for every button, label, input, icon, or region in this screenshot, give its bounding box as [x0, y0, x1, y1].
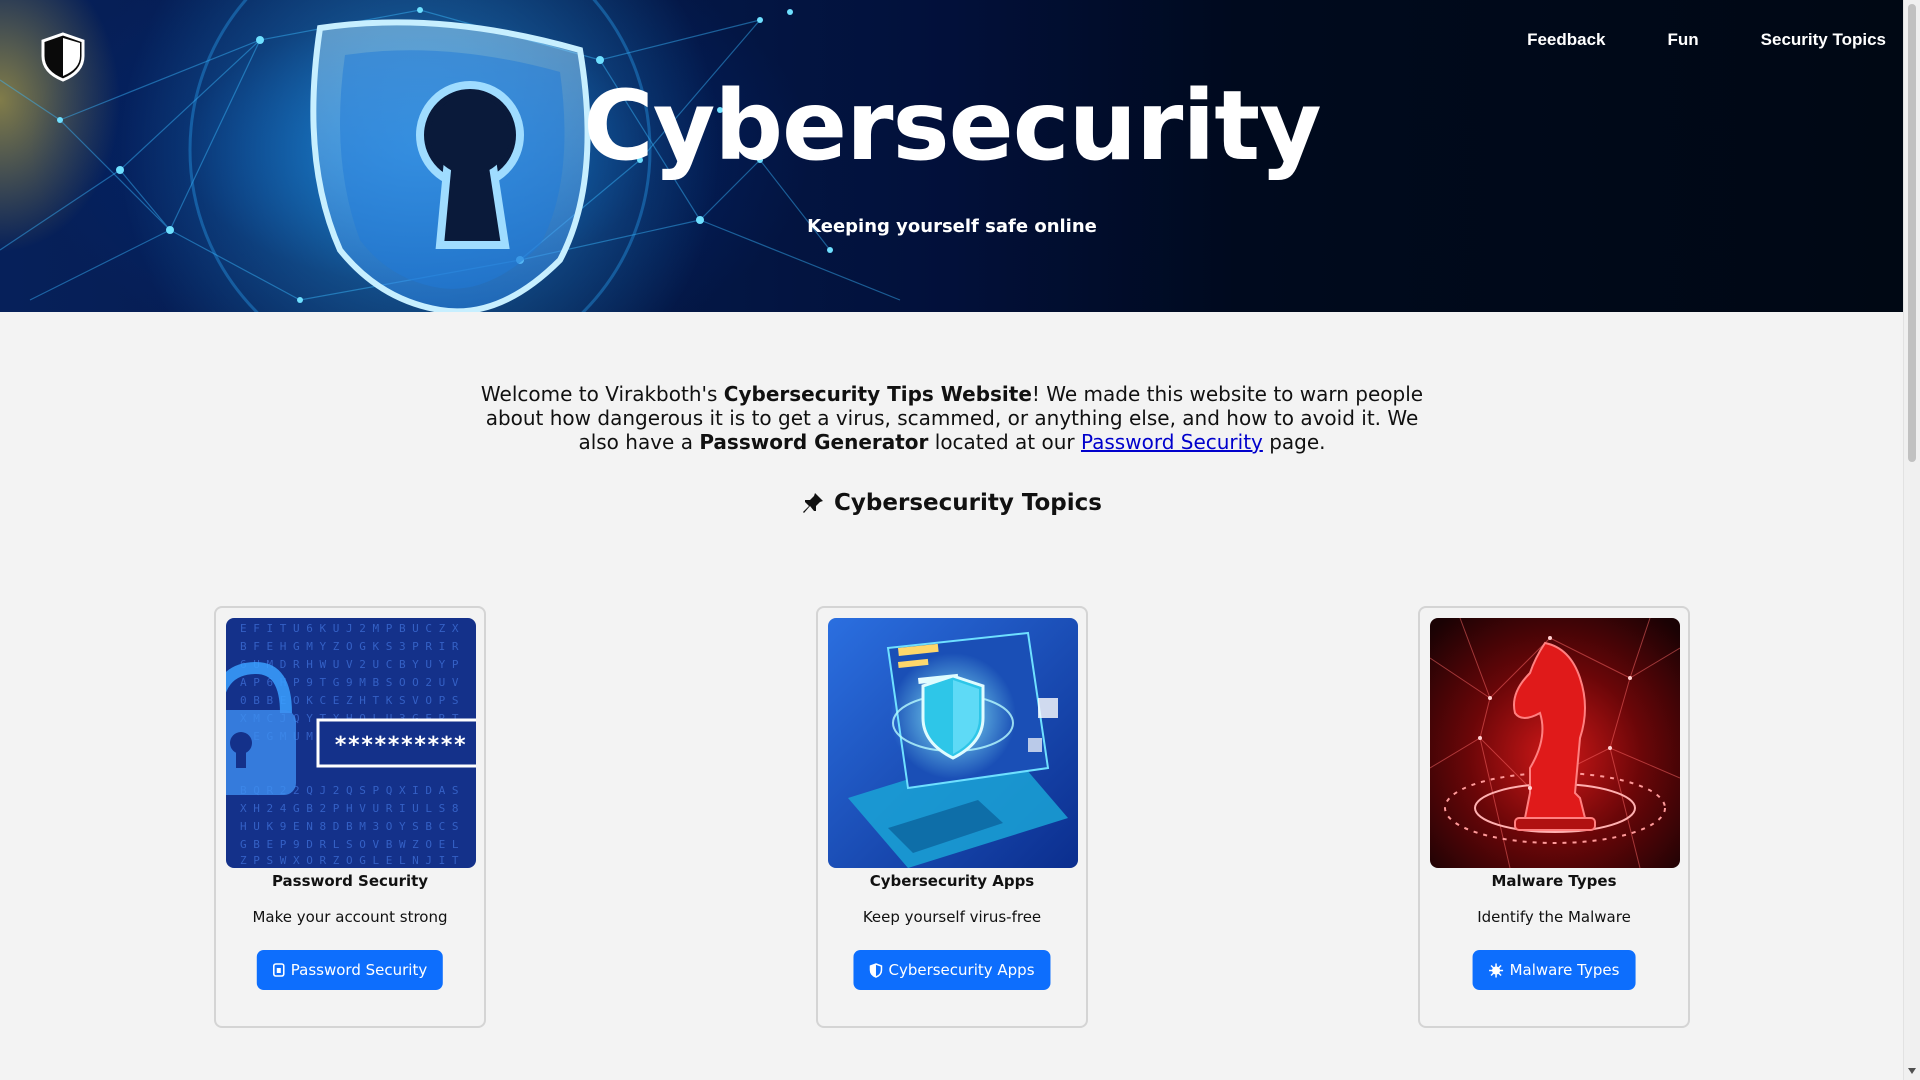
intro-text: Welcome to Virakboth's [480, 382, 724, 406]
card-title: Cybersecurity Apps [869, 872, 1035, 890]
intro-bold-site-name: Cybersecurity Tips Website [723, 382, 1032, 406]
card-description: Keep yourself virus-free [862, 908, 1042, 926]
svg-text:H U K 9 E N 8 D B M 3 O Y S B: H U K 9 E N 8 D B M 3 O Y S B C S [240, 820, 459, 833]
intro-paragraph: Welcome to Virakboth's Cybersecurity Tip… [480, 382, 1424, 454]
cybersecurity-apps-image [828, 618, 1078, 868]
malware-types-image [1430, 618, 1680, 868]
password-security-image: E F I T U 6 K U J 2 M P B U C Z X B F E … [226, 618, 476, 868]
scrollbar-thumb[interactable] [1908, 4, 1916, 462]
svg-text:Z P S W X O R Z O G L E L N J: Z P S W X O R Z O G L E L N J I T [240, 854, 459, 867]
hero-title: Cybersecurity [583, 70, 1321, 182]
hero-banner: Feedback Fun Security Topics Cybersecuri… [0, 0, 1904, 312]
page-scrollbar[interactable] [1903, 0, 1920, 1080]
svg-text:0 B B E O K C E Z H T K S V O: 0 B B E O K C E Z H T K S V O P S [240, 694, 459, 707]
intro-text: page. [1262, 430, 1326, 454]
svg-text:E F I T U 6 K U J 2 M P B U C: E F I T U 6 K U J 2 M P B U C Z X [240, 622, 459, 635]
nav-link-security-topics[interactable]: Security Topics [1761, 30, 1886, 50]
button-label: Cybersecurity Apps [888, 961, 1035, 979]
button-label: Malware Types [1509, 961, 1620, 979]
topic-card-cybersecurity-apps: Cybersecurity Apps Keep yourself virus-f… [816, 606, 1088, 1028]
topics-heading-text: Cybersecurity Topics [834, 490, 1102, 516]
lock-icon [272, 963, 285, 977]
card-description: Make your account strong [252, 908, 448, 926]
svg-text:B F E H G M Y Z O G K S 3 P R: B F E H G M Y Z O G K S 3 P R I R [240, 640, 459, 653]
pushpin-icon [803, 493, 824, 513]
topic-card-password-security: E F I T U 6 K U J 2 M P B U C Z X B F E … [214, 606, 486, 1028]
nav-link-feedback[interactable]: Feedback [1527, 30, 1605, 50]
topic-card-malware-types: Malware Types Identify the Malware Malwa… [1418, 606, 1690, 1028]
topics-heading: Cybersecurity Topics [0, 490, 1904, 516]
button-label: Password Security [290, 961, 428, 979]
top-navigation: Feedback Fun Security Topics [1527, 30, 1886, 50]
virus-icon [1489, 963, 1504, 977]
card-description: Identify the Malware [1477, 908, 1631, 926]
hero-subtitle: Keeping yourself safe online [807, 216, 1097, 237]
card-title: Password Security [271, 872, 429, 890]
password-mask-text: ********** [334, 733, 466, 758]
shield-icon [869, 962, 883, 978]
card-title: Malware Types [1491, 872, 1617, 890]
scroll-down-arrow-icon[interactable] [1908, 1068, 1916, 1074]
malware-types-button[interactable]: Malware Types [1472, 950, 1636, 990]
svg-text:G B E P 9 D R L S O V B W Z O: G B E P 9 D R L S O V B W Z O E L [240, 838, 459, 851]
cybersecurity-apps-button[interactable]: Cybersecurity Apps [853, 950, 1051, 990]
intro-bold-password-generator: Password Generator [699, 430, 929, 454]
svg-text:X H 2 4 G B 2 P H V U R I U L: X H 2 4 G B 2 P H V U R I U L S 8 [240, 802, 459, 815]
nav-link-fun[interactable]: Fun [1668, 30, 1699, 50]
password-security-button[interactable]: Password Security [256, 950, 444, 990]
password-security-link[interactable]: Password Security [1081, 430, 1263, 454]
intro-text: located at our [928, 430, 1081, 454]
